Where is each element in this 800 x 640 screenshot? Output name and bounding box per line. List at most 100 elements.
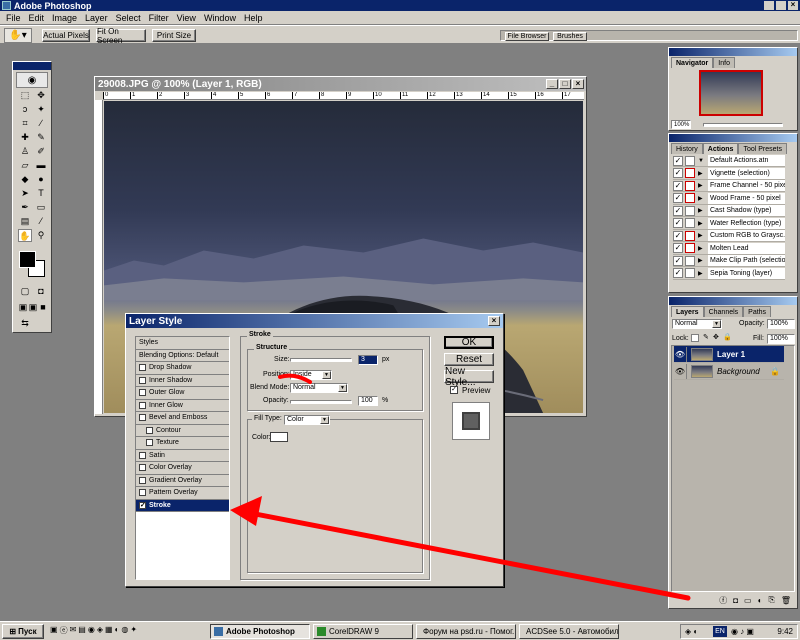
action-checkbox[interactable]: ✓ [673, 180, 683, 191]
well-tab-brushes[interactable]: Brushes [553, 32, 587, 41]
lock-all-icon[interactable]: 🔒 [723, 333, 732, 341]
style-item[interactable]: Outer Glow [136, 387, 229, 400]
new-set-icon[interactable]: ▭ [744, 596, 752, 605]
task-acdsee[interactable]: ACDSee 5.0 - Автомобили [519, 624, 619, 639]
pen-tool-icon[interactable]: ✒ [18, 201, 32, 214]
jump-to-imageready-icon[interactable]: ⇆ [18, 317, 32, 330]
add-layer-style-icon[interactable]: ⓕ [719, 595, 727, 606]
navigator-titlebar[interactable] [669, 48, 797, 56]
action-checkbox[interactable]: ✓ [673, 243, 683, 253]
style-item[interactable]: Inner Glow [136, 399, 229, 412]
style-checkbox[interactable] [146, 439, 153, 447]
tab-history[interactable]: History [671, 143, 703, 154]
layer-fill-field[interactable]: 100% [767, 334, 795, 344]
dialog-toggle[interactable] [685, 205, 695, 216]
actual-pixels-button[interactable]: Actual Pixels [42, 29, 90, 42]
dialog-toggle[interactable] [685, 218, 695, 228]
dialog-toggle[interactable] [685, 268, 695, 278]
navigator-thumbnail[interactable] [699, 70, 763, 116]
action-row[interactable]: ✓ ▶ Cast Shadow (type) [673, 205, 785, 217]
ok-button[interactable]: OK [444, 336, 494, 349]
style-item[interactable]: Blending Options: Default [136, 349, 229, 362]
style-item[interactable]: Pattern Overlay [136, 487, 229, 500]
marquee-tool-icon[interactable]: ⬚ [18, 89, 32, 102]
menu-layer[interactable]: Layer [81, 13, 112, 23]
tray-icons[interactable]: ◈ ◐ [685, 627, 698, 636]
well-tab-file-browser[interactable]: File Browser [505, 32, 549, 41]
preview-checkbox[interactable]: ✓ [450, 386, 458, 394]
menu-filter[interactable]: Filter [145, 13, 173, 23]
action-checkbox[interactable]: ✓ [673, 255, 683, 266]
layer-opacity-field[interactable]: 100% [767, 319, 795, 329]
doc-close-icon[interactable]: × [572, 79, 584, 89]
brush-tool-icon[interactable]: ✎ [34, 131, 48, 144]
visibility-eye-icon[interactable]: 👁 [674, 346, 687, 362]
stroke-color-swatch[interactable] [270, 432, 288, 442]
expand-triangle-icon[interactable]: ▼ [698, 158, 708, 164]
opacity-slider[interactable] [290, 400, 352, 404]
expand-triangle-icon[interactable]: ▶ [698, 170, 708, 177]
ie-icon[interactable]: ⓔ [60, 625, 68, 638]
menu-view[interactable]: View [173, 13, 200, 23]
move-tool-icon[interactable]: ✥ [34, 89, 48, 102]
opacity-field[interactable]: 100 [358, 396, 378, 406]
action-row[interactable]: ✓ ▶ Make Clip Path (selectio... [673, 255, 785, 267]
dialog-close-icon[interactable]: × [488, 316, 500, 326]
gradient-tool-icon[interactable]: ▬ [34, 159, 48, 172]
app-icon[interactable]: ◈ [97, 625, 103, 638]
standard-mode-icon[interactable]: ▢ [18, 285, 32, 298]
action-row[interactable]: ✓ ▶ Water Reflection (type) [673, 217, 785, 230]
visibility-eye-icon[interactable]: 👁 [674, 363, 687, 379]
notes-tool-icon[interactable]: ▤ [18, 215, 32, 228]
expand-triangle-icon[interactable]: ▶ [698, 232, 708, 239]
expand-triangle-icon[interactable]: ▶ [698, 270, 708, 277]
media-icon[interactable]: ◉ [88, 625, 95, 638]
tab-channels[interactable]: Channels [703, 306, 744, 317]
tab-tool-presets[interactable]: Tool Presets [738, 143, 787, 154]
app-icon[interactable]: ✦ [130, 625, 137, 638]
style-item[interactable]: Drop Shadow [136, 362, 229, 375]
expand-triangle-icon[interactable]: ▶ [698, 245, 708, 252]
actions-titlebar[interactable] [669, 134, 797, 142]
style-item[interactable]: Gradient Overlay [136, 474, 229, 487]
style-checkbox[interactable] [139, 364, 146, 372]
lock-image-icon[interactable]: ✎ [703, 333, 709, 341]
type-tool-icon[interactable]: T [34, 187, 48, 200]
explorer-icon[interactable]: ▤ [78, 625, 86, 638]
expand-triangle-icon[interactable]: ▶ [698, 207, 708, 214]
blend-mode-select[interactable]: Normal ▼ [290, 383, 348, 393]
tab-actions[interactable]: Actions [702, 143, 739, 154]
new-style-button[interactable]: New Style... [444, 366, 494, 388]
quick-mask-icon[interactable]: ◘ [34, 285, 48, 298]
action-row[interactable]: ✓ ▶ Molten Lead [673, 242, 785, 255]
size-field[interactable]: 3 [358, 355, 378, 365]
expand-triangle-icon[interactable]: ▶ [698, 257, 708, 264]
dialog-toggle[interactable] [685, 243, 695, 253]
style-item[interactable]: Texture [136, 437, 229, 450]
size-slider[interactable] [290, 358, 352, 362]
lasso-tool-icon[interactable]: ↄ [18, 103, 32, 116]
new-adjustment-layer-icon[interactable]: ◐ [758, 596, 763, 605]
app-icon[interactable]: ◍ [121, 625, 128, 638]
layers-titlebar[interactable] [669, 297, 797, 305]
style-checkbox[interactable]: ✓ [139, 501, 146, 509]
dialog-toggle[interactable] [685, 193, 695, 203]
navigator-zoom-slider[interactable] [703, 123, 783, 127]
slice-tool-icon[interactable]: ∕ [34, 117, 48, 130]
layer-row[interactable]: 👁 Layer 1 [674, 346, 784, 363]
action-checkbox[interactable]: ✓ [673, 193, 683, 203]
magic-wand-icon[interactable]: ✦ [34, 103, 48, 116]
menu-select[interactable]: Select [112, 13, 145, 23]
style-checkbox[interactable] [139, 451, 146, 459]
print-size-button[interactable]: Print Size [152, 29, 196, 42]
history-brush-icon[interactable]: ✐ [34, 145, 48, 158]
doc-maximize-icon[interactable]: □ [559, 79, 571, 89]
style-item[interactable]: ✓ Stroke [136, 499, 229, 512]
tab-layers[interactable]: Layers [671, 306, 704, 317]
maximize-icon[interactable] [776, 1, 786, 10]
menu-edit[interactable]: Edit [25, 13, 49, 23]
action-row[interactable]: ✓ ▶ Frame Channel - 50 pixel [673, 180, 785, 192]
style-checkbox[interactable] [139, 464, 146, 472]
task-photoshop[interactable]: Adobe Photoshop [210, 624, 310, 639]
screen-mode-full-icon[interactable]: ■ [36, 301, 50, 314]
